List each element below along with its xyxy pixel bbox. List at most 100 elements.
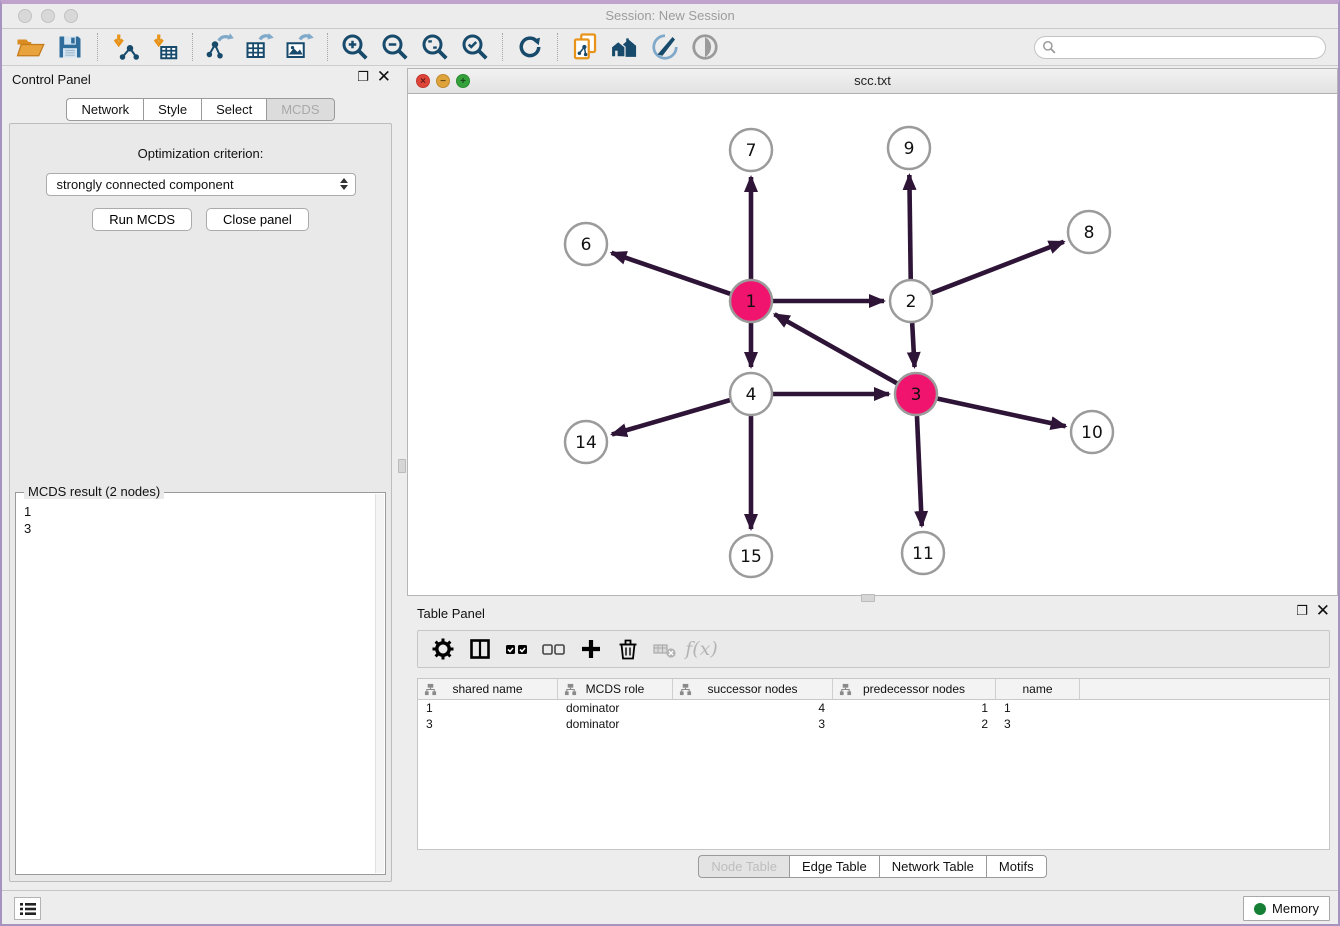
clone-network-button[interactable] — [565, 31, 605, 63]
column-type-icon — [424, 683, 437, 696]
edge-1-6[interactable] — [612, 253, 731, 294]
column-header-shared-name[interactable]: shared name — [418, 679, 558, 699]
show-graphics-details-button[interactable] — [685, 31, 725, 63]
mcds-result-title: MCDS result (2 nodes) — [24, 484, 164, 499]
function-builder-button-disabled: f(x) — [683, 633, 720, 665]
table-row[interactable]: 3 dominator 3 2 3 — [418, 716, 1329, 732]
horizontal-splitter-grip[interactable] — [861, 594, 875, 602]
show-column-button[interactable] — [461, 633, 498, 665]
zoom-out-button[interactable] — [375, 31, 415, 63]
edge-3-11[interactable] — [917, 416, 922, 526]
search-input[interactable] — [1034, 36, 1326, 59]
import-network-button[interactable] — [105, 31, 145, 63]
tab-network[interactable]: Network — [66, 98, 143, 121]
export-image-button[interactable] — [280, 31, 320, 63]
zoom-fit-button[interactable] — [415, 31, 455, 63]
optimization-criterion-label: Optimization criterion: — [10, 146, 391, 161]
open-session-button[interactable] — [10, 31, 50, 63]
tab-motifs[interactable]: Motifs — [986, 855, 1047, 878]
plus-icon — [579, 637, 603, 661]
mcds-result-box: MCDS result (2 nodes) 1 3 — [15, 492, 386, 875]
search-box — [1034, 36, 1326, 59]
tab-select[interactable]: Select — [201, 98, 266, 121]
memory-label: Memory — [1272, 901, 1319, 916]
node-label-3: 3 — [911, 385, 922, 405]
main-toolbar — [2, 29, 1338, 66]
edge-2-3[interactable] — [912, 323, 914, 367]
column-header-predecessor-nodes[interactable]: predecessor nodes — [833, 679, 996, 699]
optimization-criterion-select[interactable]: strongly connected component — [46, 173, 356, 196]
close-panel-button[interactable]: Close panel — [206, 208, 309, 231]
create-column-button[interactable] — [572, 633, 609, 665]
open-folder-icon — [15, 32, 45, 62]
table-tabs: Node Table Edge Table Network Table Moti… — [407, 855, 1338, 878]
column-type-icon — [839, 683, 852, 696]
apply-style-button[interactable] — [645, 31, 685, 63]
export-network-button[interactable] — [200, 31, 240, 63]
select-all-icon — [504, 637, 530, 661]
table-header-row: shared name MCDS role successor nodes pr… — [418, 679, 1329, 700]
edge-2-8[interactable] — [932, 242, 1064, 293]
network-window: × − + scc.txt 7968124314101511 — [407, 68, 1338, 596]
close-table-panel-icon[interactable]: ✕ — [1316, 604, 1330, 618]
tab-edge-table[interactable]: Edge Table — [789, 855, 879, 878]
export-image-icon — [285, 32, 315, 62]
node-label-6: 6 — [581, 235, 592, 255]
column-header-successor-nodes[interactable]: successor nodes — [673, 679, 833, 699]
zoom-in-button[interactable] — [335, 31, 375, 63]
select-all-columns-button[interactable] — [498, 633, 535, 665]
node-label-7: 7 — [746, 141, 757, 161]
optimization-criterion-value: strongly connected component — [57, 177, 234, 192]
unselect-all-icon — [541, 637, 567, 661]
unselect-all-columns-button[interactable] — [535, 633, 572, 665]
memory-button[interactable]: Memory — [1243, 896, 1330, 921]
node-label-2: 2 — [906, 292, 917, 312]
node-table: shared name MCDS role successor nodes pr… — [417, 678, 1330, 850]
table-row[interactable]: 1 dominator 4 1 1 — [418, 700, 1329, 716]
zoom-selected-icon — [460, 32, 490, 62]
node-label-8: 8 — [1084, 223, 1095, 243]
delete-columns-button[interactable] — [609, 633, 646, 665]
table-panel: Table Panel ❐ ✕ — [407, 600, 1338, 896]
zoom-selected-button[interactable] — [455, 31, 495, 63]
edge-3-1[interactable] — [775, 314, 897, 383]
delete-table-icon — [652, 637, 678, 661]
tab-mcds[interactable]: MCDS — [266, 98, 334, 121]
result-scrollbar[interactable] — [375, 494, 384, 873]
import-table-button[interactable] — [145, 31, 185, 63]
edge-4-14[interactable] — [612, 400, 730, 434]
tab-style[interactable]: Style — [143, 98, 201, 121]
network-canvas[interactable]: 7968124314101511 — [408, 94, 1337, 595]
refresh-view-button[interactable] — [510, 31, 550, 63]
zoom-in-icon — [340, 32, 370, 62]
column-header-name[interactable]: name — [996, 679, 1080, 699]
task-history-button[interactable] — [14, 897, 41, 920]
mcds-result-text[interactable]: 1 3 — [24, 503, 373, 872]
edge-3-10[interactable] — [938, 399, 1066, 427]
trash-icon — [616, 637, 640, 661]
import-network-icon — [110, 32, 140, 62]
control-panel-tabs: Network Style Select MCDS — [2, 98, 399, 121]
toolbar-separator — [557, 33, 558, 61]
export-table-button[interactable] — [240, 31, 280, 63]
float-table-panel-icon[interactable]: ❐ — [1296, 604, 1308, 618]
float-panel-icon[interactable]: ❐ — [357, 70, 369, 84]
first-neighbors-button[interactable] — [605, 31, 645, 63]
home-icon — [609, 32, 641, 62]
edge-2-9[interactable] — [909, 175, 910, 279]
tab-node-table[interactable]: Node Table — [698, 855, 789, 878]
run-mcds-button[interactable]: Run MCDS — [92, 208, 192, 231]
column-header-mcds-role[interactable]: MCDS role — [558, 679, 673, 699]
table-options-button[interactable] — [424, 633, 461, 665]
eye-icon — [690, 32, 720, 62]
list-icon — [20, 902, 36, 916]
node-label-15: 15 — [740, 547, 762, 567]
close-panel-icon[interactable]: ✕ — [377, 70, 391, 84]
zoom-out-icon — [380, 32, 410, 62]
network-graph: 7968124314101511 — [408, 94, 1337, 595]
network-window-titlebar: × − + scc.txt — [408, 69, 1337, 94]
tab-network-table[interactable]: Network Table — [879, 855, 986, 878]
vertical-splitter-grip[interactable] — [398, 459, 406, 473]
control-panel: Control Panel ❐ ✕ Network Style Select M… — [2, 66, 399, 896]
save-session-button[interactable] — [50, 31, 90, 63]
